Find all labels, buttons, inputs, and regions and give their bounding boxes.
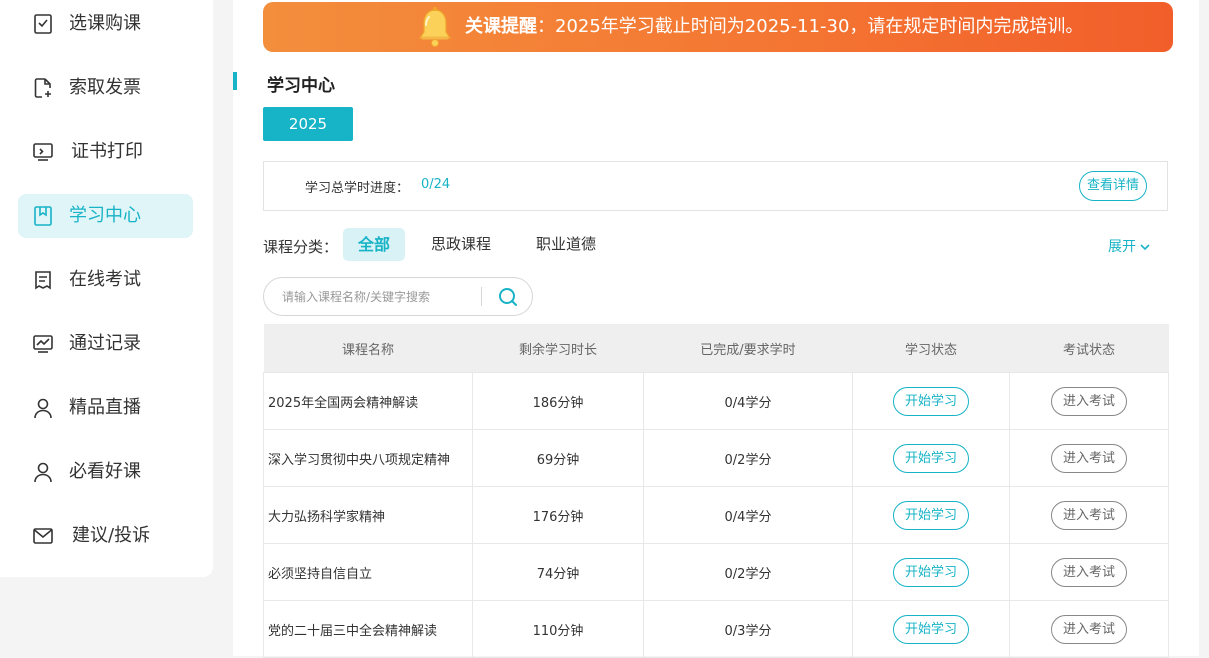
bell-icon [415, 6, 455, 48]
credits: 0/2学分 [643, 429, 853, 487]
study-status-cell: 开始学习 [852, 543, 1010, 601]
course-name: 党的二十届三中全会精神解读 [263, 600, 473, 658]
sidebar: 选课购课 索取发票 证书打印 学习中心 在线考试 通过记录 精品直播 必看好课 … [0, 0, 213, 577]
remaining-time: 176分钟 [472, 486, 644, 544]
sidebar-item-online-exam[interactable]: 在线考试 [18, 258, 193, 302]
remaining-time: 186分钟 [472, 372, 644, 430]
remaining-time: 74分钟 [472, 543, 644, 601]
sidebar-item-label: 索取发票 [69, 77, 141, 98]
exam-status-cell: 进入考试 [1009, 372, 1169, 430]
main-panel: 关课提醒：2025年学习截止时间为2025-11-30，请在规定时间内完成培训。… [233, 0, 1199, 658]
enter-exam-button[interactable]: 进入考试 [1051, 386, 1127, 416]
progress-value: 0/24 [421, 177, 451, 192]
category-tab-all[interactable]: 全部 [343, 228, 405, 261]
sidebar-item-study-center[interactable]: 学习中心 [18, 194, 193, 238]
exam-status-cell: 进入考试 [1009, 486, 1169, 544]
credits: 0/3学分 [643, 600, 853, 658]
chevron-down-icon [1140, 239, 1151, 255]
expand-label: 展开 [1108, 239, 1136, 255]
enter-exam-button[interactable]: 进入考试 [1051, 614, 1127, 644]
column-header: 剩余学习时长 [472, 324, 644, 373]
enter-exam-button[interactable]: 进入考试 [1051, 500, 1127, 530]
column-header: 已完成/要求学时 [643, 324, 853, 373]
credits: 0/4学分 [643, 372, 853, 430]
enter-exam-button[interactable]: 进入考试 [1051, 557, 1127, 587]
start-study-button[interactable]: 开始学习 [893, 500, 969, 530]
search-divider [481, 287, 482, 306]
start-study-button[interactable]: 开始学习 [893, 557, 969, 587]
banner-message: ：2025年学习截止时间为2025-11-30，请在规定时间内完成培训。 [537, 16, 1084, 37]
category-tab-ethics[interactable]: 职业道德 [536, 228, 596, 261]
tab-year[interactable]: 2025 [263, 107, 353, 141]
table-row: 2025年全国两会精神解读 186分钟 0/4学分 开始学习 进入考试 [263, 372, 1169, 430]
sidebar-item-label: 必看好课 [69, 461, 141, 482]
sidebar-item-live[interactable]: 精品直播 [18, 386, 193, 430]
table-row: 深入学习贯彻中央八项规定精神 69分钟 0/2学分 开始学习 进入考试 [263, 429, 1169, 487]
banner-strong: 关课提醒 [465, 16, 537, 37]
study-status-cell: 开始学习 [852, 486, 1010, 544]
checklist-icon [32, 13, 54, 35]
monitor-print-icon [32, 141, 54, 163]
progress-label: 学习总学时进度： [305, 181, 410, 196]
sidebar-item-pass-record[interactable]: 通过记录 [18, 322, 193, 366]
start-study-button[interactable]: 开始学习 [893, 614, 969, 644]
sidebar-item-label: 选课购课 [69, 13, 141, 34]
exam-status-cell: 进入考试 [1009, 600, 1169, 658]
study-status-cell: 开始学习 [852, 429, 1010, 487]
course-name: 2025年全国两会精神解读 [263, 372, 473, 430]
remaining-time: 110分钟 [472, 600, 644, 658]
category-tab-politics[interactable]: 思政课程 [431, 228, 491, 261]
user-icon [32, 397, 54, 419]
sidebar-item-label: 通过记录 [69, 333, 141, 354]
sidebar-item-invoice[interactable]: 索取发票 [18, 66, 193, 110]
search-box [263, 277, 533, 316]
course-table: 课程名称 剩余学习时长 已完成/要求学时 学习状态 考试状态 2025年全国两会… [263, 324, 1169, 658]
column-header: 学习状态 [852, 324, 1010, 373]
sidebar-item-feedback[interactable]: 建议/投诉 [18, 514, 193, 558]
search-icon[interactable] [497, 286, 519, 308]
sidebar-item-select-course[interactable]: 选课购课 [18, 2, 193, 46]
column-header: 考试状态 [1009, 324, 1169, 373]
sidebar-item-label: 在线考试 [69, 269, 141, 290]
study-status-cell: 开始学习 [852, 600, 1010, 658]
sidebar-item-must-watch[interactable]: 必看好课 [18, 450, 193, 494]
column-header: 课程名称 [263, 324, 473, 373]
invoice-add-icon [32, 77, 54, 99]
search-input[interactable] [280, 285, 474, 309]
page-title: 学习中心 [267, 76, 335, 96]
section-marker [233, 72, 237, 90]
course-name: 大力弘扬科学家精神 [263, 486, 473, 544]
mail-icon [32, 525, 54, 547]
progress-panel: 学习总学时进度： 0/24 查看详情 [263, 161, 1168, 211]
credits: 0/4学分 [643, 486, 853, 544]
category-label: 课程分类： [263, 238, 339, 256]
sidebar-item-label: 建议/投诉 [72, 525, 151, 546]
table-row: 大力弘扬科学家精神 176分钟 0/4学分 开始学习 进入考试 [263, 486, 1169, 544]
table-row: 党的二十届三中全会精神解读 110分钟 0/3学分 开始学习 进入考试 [263, 600, 1169, 658]
course-name: 深入学习贯彻中央八项规定精神 [263, 429, 473, 487]
notice-banner: 关课提醒：2025年学习截止时间为2025-11-30，请在规定时间内完成培训。 [263, 2, 1173, 52]
credits: 0/2学分 [643, 543, 853, 601]
start-study-button[interactable]: 开始学习 [893, 443, 969, 473]
view-details-button[interactable]: 查看详情 [1079, 171, 1147, 201]
table-header-row: 课程名称 剩余学习时长 已完成/要求学时 学习状态 考试状态 [263, 324, 1169, 373]
chart-record-icon [32, 333, 54, 355]
exam-status-cell: 进入考试 [1009, 429, 1169, 487]
exam-paper-icon [32, 269, 54, 291]
table-row: 必须坚持自信自立 74分钟 0/2学分 开始学习 进入考试 [263, 543, 1169, 601]
user-icon [32, 461, 54, 483]
banner-text: 关课提醒：2025年学习截止时间为2025-11-30，请在规定时间内完成培训。 [465, 15, 1083, 39]
start-study-button[interactable]: 开始学习 [893, 386, 969, 416]
sidebar-item-certificate[interactable]: 证书打印 [18, 130, 193, 174]
exam-status-cell: 进入考试 [1009, 543, 1169, 601]
course-name: 必须坚持自信自立 [263, 543, 473, 601]
sidebar-item-label: 学习中心 [69, 205, 141, 226]
remaining-time: 69分钟 [472, 429, 644, 487]
sidebar-item-label: 精品直播 [69, 397, 141, 418]
sidebar-item-label: 证书打印 [71, 141, 143, 162]
bookmark-book-icon [32, 205, 54, 227]
enter-exam-button[interactable]: 进入考试 [1051, 443, 1127, 473]
expand-toggle[interactable]: 展开 [1108, 236, 1151, 256]
study-status-cell: 开始学习 [852, 372, 1010, 430]
